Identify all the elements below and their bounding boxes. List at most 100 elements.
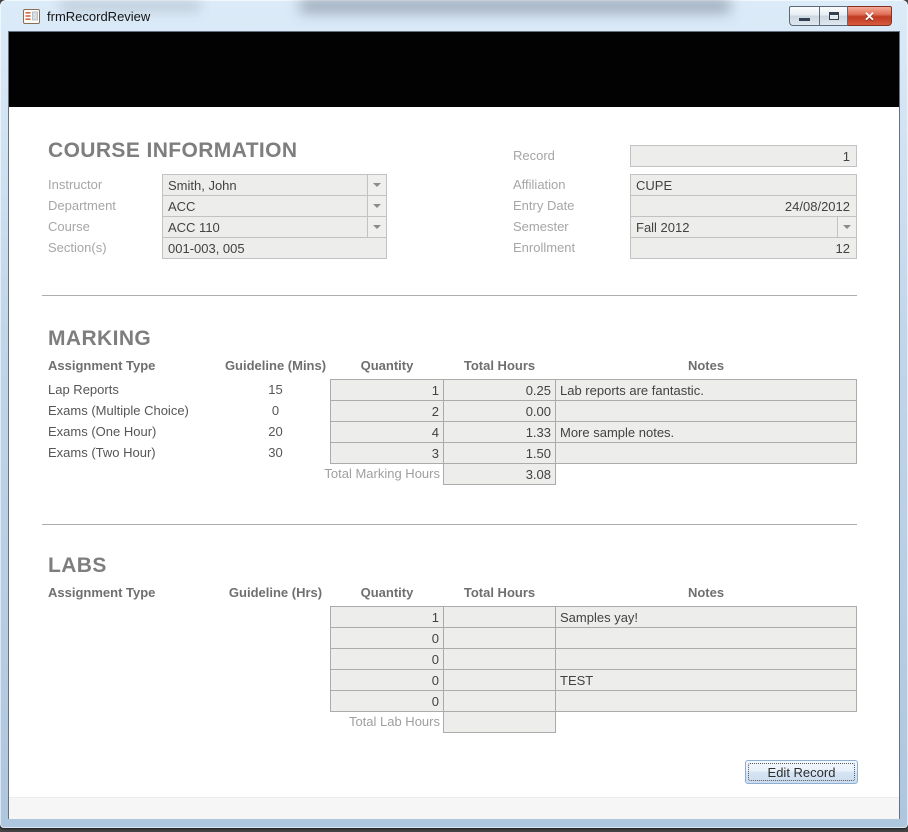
marking-total-hours-cell[interactable]: 0.00 xyxy=(443,400,556,422)
marking-guideline-value: 0 xyxy=(271,403,280,418)
labs-header-guideline: Guideline (Hrs) xyxy=(228,585,323,600)
marking-notes-cell[interactable] xyxy=(555,400,857,422)
department-dropdown-button[interactable] xyxy=(367,196,386,216)
labs-quantity-cell[interactable]: 0 xyxy=(330,627,444,649)
semester-value: Fall 2012 xyxy=(636,220,690,235)
semester-combobox[interactable]: Fall 2012 xyxy=(630,216,857,238)
labs-title: LABS xyxy=(48,554,107,577)
form-icon xyxy=(23,9,40,24)
labs-total-hours-cell[interactable] xyxy=(443,606,556,628)
sections-label: Section(s) xyxy=(48,240,107,255)
entry-date-field[interactable]: 24/08/2012 xyxy=(630,195,857,217)
labs-header-total-hours: Total Hours xyxy=(463,585,536,600)
course-combobox[interactable]: ACC 110 xyxy=(162,216,387,238)
labs-total-hours-cell[interactable] xyxy=(443,648,556,670)
marking-notes-cell[interactable]: Lab reports are fantastic. xyxy=(555,379,857,401)
maximize-icon xyxy=(828,12,839,20)
total-marking-hours-value[interactable]: 3.08 xyxy=(443,463,556,485)
labs-notes-cell[interactable] xyxy=(555,627,857,649)
window-controls: ✕ xyxy=(789,6,892,26)
form-footer-strip xyxy=(9,797,899,819)
labs-quantity-cell[interactable]: 1 xyxy=(330,606,444,628)
sections-value: 001-003, 005 xyxy=(168,241,245,256)
chevron-down-icon xyxy=(373,183,381,187)
enrollment-label: Enrollment xyxy=(513,240,576,255)
marking-header-notes: Notes xyxy=(687,358,725,373)
course-label: Course xyxy=(48,219,90,234)
total-lab-hours-value[interactable] xyxy=(443,711,556,733)
title-bar[interactable]: frmRecordReview ✕ xyxy=(0,0,908,32)
record-label: Record xyxy=(513,148,555,163)
marking-quantity-cell[interactable]: 3 xyxy=(330,442,444,464)
labs-total-hours-cell[interactable] xyxy=(443,627,556,649)
marking-quantity-cell[interactable]: 2 xyxy=(330,400,444,422)
labs-notes-cell[interactable] xyxy=(555,690,857,712)
labs-total-hours-cell[interactable] xyxy=(443,669,556,691)
labs-quantity-cell[interactable]: 0 xyxy=(330,648,444,670)
sections-field[interactable]: 001-003, 005 xyxy=(162,237,387,259)
close-button[interactable]: ✕ xyxy=(848,6,892,26)
maximize-button[interactable] xyxy=(819,6,848,26)
labs-quantity-cell[interactable]: 0 xyxy=(330,669,444,691)
marking-total-hours-cell[interactable]: 1.50 xyxy=(443,442,556,464)
marking-assignment-type: Lap Reports xyxy=(48,382,119,397)
minimize-icon xyxy=(799,17,810,21)
affiliation-field[interactable]: CUPE xyxy=(630,174,857,196)
affiliation-label: Affiliation xyxy=(513,177,566,192)
form-header-band xyxy=(9,32,899,107)
marking-total-hours-cell[interactable]: 1.33 xyxy=(443,421,556,443)
course-dropdown-button[interactable] xyxy=(367,217,386,237)
edit-record-button-label: Edit Record xyxy=(767,764,836,780)
form-body: COURSE INFORMATION Instructor Smith, Joh… xyxy=(8,31,900,819)
marking-quantity-cell[interactable]: 1 xyxy=(330,379,444,401)
section-divider xyxy=(42,524,857,525)
department-combobox[interactable]: ACC xyxy=(162,195,387,217)
marking-guideline-value: 20 xyxy=(268,424,283,439)
marking-header-assignment-type: Assignment Type xyxy=(48,358,156,373)
department-label: Department xyxy=(48,198,116,213)
record-value: 1 xyxy=(842,149,850,164)
entry-date-label: Entry Date xyxy=(513,198,575,213)
marking-total-hours-cell[interactable]: 0.25 xyxy=(443,379,556,401)
marking-header-quantity: Quantity xyxy=(360,358,414,373)
marking-header-guideline: Guideline (Mins) xyxy=(224,358,327,373)
chevron-down-icon xyxy=(373,225,381,229)
labs-notes-cell[interactable]: Samples yay! xyxy=(555,606,857,628)
instructor-label: Instructor xyxy=(48,177,103,192)
close-icon: ✕ xyxy=(864,8,875,24)
instructor-combobox[interactable]: Smith, John xyxy=(162,174,387,196)
marking-notes-cell[interactable]: More sample notes. xyxy=(555,421,857,443)
affiliation-value: CUPE xyxy=(636,178,673,193)
department-value: ACC xyxy=(168,199,196,214)
minimize-button[interactable] xyxy=(789,6,819,26)
semester-dropdown-button[interactable] xyxy=(837,217,856,237)
marking-title: MARKING xyxy=(48,327,152,350)
edit-record-button[interactable]: Edit Record xyxy=(745,760,858,784)
enrollment-field[interactable]: 12 xyxy=(630,237,857,259)
section-divider xyxy=(42,295,857,296)
course-value: ACC 110 xyxy=(168,220,220,235)
total-marking-hours-label: Total Marking Hours xyxy=(324,466,440,481)
app-window: frmRecordReview ✕ COURSE INFORMATION Ins… xyxy=(0,0,908,828)
chevron-down-icon xyxy=(843,225,851,229)
marking-quantity-cell[interactable]: 4 xyxy=(330,421,444,443)
semester-label: Semester xyxy=(513,219,569,234)
marking-assignment-type: Exams (Two Hour) xyxy=(48,445,156,460)
labs-total-hours-cell[interactable] xyxy=(443,690,556,712)
labs-quantity-cell[interactable]: 0 xyxy=(330,690,444,712)
instructor-dropdown-button[interactable] xyxy=(367,175,386,195)
marking-guideline-value: 30 xyxy=(268,445,283,460)
marking-assignment-type: Exams (One Hour) xyxy=(48,424,157,439)
labs-header-assignment-type: Assignment Type xyxy=(48,585,156,600)
course-information-title: COURSE INFORMATION xyxy=(48,139,298,162)
entry-date-value: 24/08/2012 xyxy=(784,199,850,214)
labs-notes-cell[interactable] xyxy=(555,648,857,670)
marking-notes-cell[interactable] xyxy=(555,442,857,464)
labs-notes-cell[interactable]: TEST xyxy=(555,669,857,691)
total-lab-hours-label: Total Lab Hours xyxy=(348,714,440,729)
enrollment-value: 12 xyxy=(835,241,850,256)
glass-blur-decoration xyxy=(300,0,730,12)
labs-header-notes: Notes xyxy=(687,585,725,600)
marking-guideline-value: 15 xyxy=(268,382,283,397)
record-field[interactable]: 1 xyxy=(630,145,857,167)
